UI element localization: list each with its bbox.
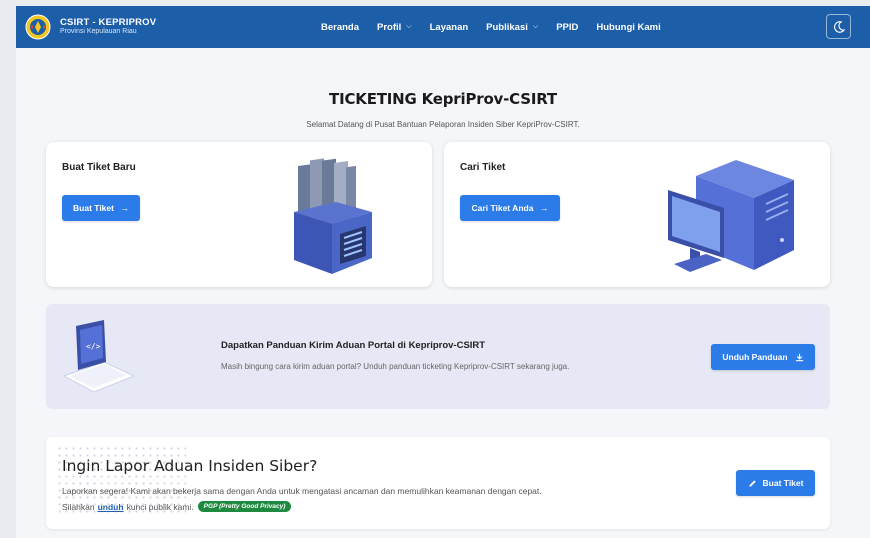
button-label: Buat Tiket xyxy=(762,478,804,488)
create-ticket-button[interactable]: Buat Tiket → xyxy=(62,195,140,221)
navbar: CSIRT - KEPRIPROV Provinsi Kepulauan Ria… xyxy=(16,6,870,48)
panduan-banner: </> Dapatkan Panduan Kirim Aduan Portal … xyxy=(46,304,830,409)
pgp-badge: PGP (Pretty Good Privacy) xyxy=(197,501,292,512)
create-ticket-title: Buat Tiket Baru xyxy=(62,162,136,173)
button-label: Cari Tiket Anda xyxy=(471,203,534,213)
button-label: Unduh Panduan xyxy=(722,352,788,362)
nav-label: PPID xyxy=(556,21,579,33)
brand[interactable]: CSIRT - KEPRIPROV Provinsi Kepulauan Ria… xyxy=(24,13,156,41)
svg-text:</>: </> xyxy=(86,342,101,351)
public-key-text-post: kunci publik kami. xyxy=(126,501,194,512)
file-box-illustration xyxy=(294,158,372,274)
nav-item-hubungi-kami[interactable]: Hubungi Kami xyxy=(596,22,660,33)
panduan-title: Dapatkan Panduan Kirim Aduan Portal di K… xyxy=(221,340,486,351)
report-ticket-button[interactable]: Buat Tiket xyxy=(736,470,815,496)
nav-label: Hubungi Kami xyxy=(596,21,661,33)
public-key-line: Silahkan unduh kunci publik kami. PGP (P… xyxy=(62,501,292,512)
nav-label: Layanan xyxy=(429,21,469,33)
brand-title: CSIRT - KEPRIPROV xyxy=(60,16,157,28)
search-ticket-card: Cari Tiket Cari Tiket Anda → xyxy=(444,142,830,287)
page: CSIRT - KEPRIPROV Provinsi Kepulauan Ria… xyxy=(16,6,870,538)
province-emblem-icon xyxy=(24,13,52,41)
theme-toggle-button[interactable] xyxy=(826,14,851,39)
download-guide-button[interactable]: Unduh Panduan xyxy=(711,344,815,370)
button-label: Buat Tiket xyxy=(73,203,114,213)
report-title: Ingin Lapor Aduan Insiden Siber? xyxy=(62,457,318,475)
page-title: TICKETING KepriProv-CSIRT xyxy=(329,90,557,108)
create-ticket-card: Buat Tiket Baru Buat Tiket → xyxy=(46,142,432,287)
search-ticket-button[interactable]: Cari Tiket Anda → xyxy=(460,195,560,221)
chevron-down-icon: ⌵ xyxy=(406,23,412,30)
report-description: Laporkan segera! Kami akan bekerja sama … xyxy=(62,486,542,496)
moon-icon xyxy=(833,20,845,33)
nav-item-ppid[interactable]: PPID xyxy=(556,22,578,33)
panduan-description: Masih bingung cara kirim aduan portal? U… xyxy=(221,362,570,371)
nav-label: Beranda xyxy=(321,21,360,33)
nav-label: Profil xyxy=(377,21,402,33)
page-subtitle: Selamat Datang di Pusat Bantuan Pelapora… xyxy=(306,120,580,129)
nav-item-beranda[interactable]: Beranda xyxy=(321,22,359,33)
nav-menu: Beranda Profil ⌵ Layanan Publikasi ⌵ PPID … xyxy=(321,6,679,48)
report-incident-section: Ingin Lapor Aduan Insiden Siber? Laporka… xyxy=(46,437,830,529)
arrow-right-icon: → xyxy=(119,203,129,213)
search-ticket-title: Cari Tiket xyxy=(460,162,506,173)
brand-subtitle: Provinsi Kepulauan Riau xyxy=(60,28,137,36)
arrow-right-icon: → xyxy=(539,203,549,213)
nav-item-layanan[interactable]: Layanan xyxy=(430,22,469,33)
nav-item-profil[interactable]: Profil ⌵ xyxy=(377,22,412,33)
download-icon xyxy=(795,353,803,361)
public-key-text-pre: Silahkan xyxy=(62,501,95,512)
chevron-down-icon: ⌵ xyxy=(532,23,539,30)
nav-label: Publikasi xyxy=(486,21,528,33)
desktop-computer-illustration xyxy=(668,160,794,272)
pencil-icon xyxy=(748,479,756,487)
download-key-link[interactable]: unduh xyxy=(98,502,124,512)
nav-item-publikasi[interactable]: Publikasi ⌵ xyxy=(486,22,538,33)
laptop-code-illustration: </> xyxy=(62,320,136,393)
